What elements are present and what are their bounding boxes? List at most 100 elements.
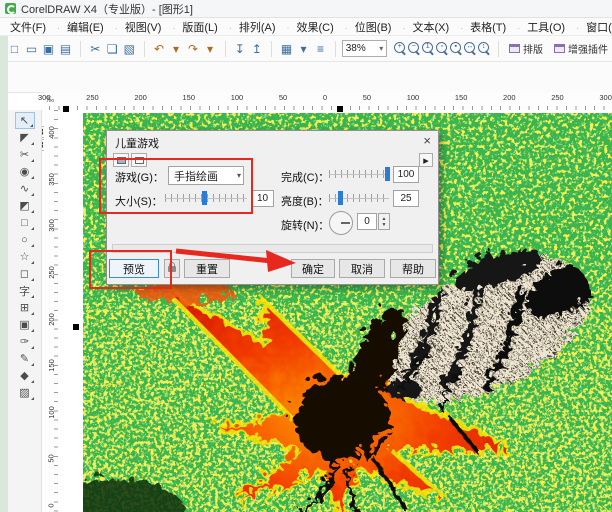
zoom-tool[interactable]: ◉ (15, 163, 35, 180)
zoom-level-combobox[interactable]: 38% ▾ (341, 40, 388, 57)
redo-caret-icon[interactable]: ▾ (202, 40, 219, 57)
paste-icon[interactable]: ▧ (121, 40, 138, 57)
close-icon[interactable]: × (423, 133, 431, 148)
zoom-level-value: 38% (345, 43, 366, 54)
menu-item[interactable]: 表格(T) (451, 19, 508, 35)
rectangle-tool[interactable]: □ (15, 214, 35, 231)
table-tool[interactable]: ⊞ (15, 299, 35, 316)
horizontal-ruler-numbers: 300 250 200 150 100 50 0 50 100 150 200 250 300 (38, 93, 612, 102)
export-icon[interactable]: ↥ (248, 40, 265, 57)
save-icon[interactable]: ▣ (40, 40, 57, 57)
menu-item[interactable]: 位图(B) (336, 19, 394, 35)
pick-tool[interactable]: ↖ (14, 112, 35, 129)
cancel-button[interactable]: 取消 (339, 259, 385, 278)
preview-button[interactable]: 预览 (109, 259, 159, 278)
game-type-value: 手指绘画 (174, 170, 218, 183)
zoom-one-icon[interactable]: 1 (422, 41, 434, 53)
zoom-all-icon[interactable]: ▪ (450, 41, 462, 53)
game-label: 游戏(G)： (115, 172, 164, 184)
menu-item[interactable]: 视图(V) (106, 19, 164, 35)
undo-icon[interactable]: ↶ (151, 40, 168, 57)
brightness-slider[interactable] (329, 191, 389, 205)
vertical-ruler-numbers: 400 350 300 250 200 150 100 50 0 (46, 126, 56, 508)
brightness-value-box[interactable]: 25 (393, 190, 419, 207)
ok-button[interactable]: 确定 (291, 259, 335, 278)
new-document-icon[interactable]: □ (6, 40, 23, 57)
import-icon[interactable]: ↧ (231, 40, 248, 57)
toolbar-separator (80, 40, 81, 57)
zoom-in-icon[interactable]: + (394, 41, 406, 53)
cut-icon[interactable]: ✂ (87, 40, 104, 57)
kid-stuff-dialog: 儿童游戏 × ▸ 游戏(G)： 手指绘画 ▾ 完成(C)： 100 大小(S)：… (106, 130, 439, 285)
rotate-spinner[interactable]: ▲ ▼ (378, 213, 390, 230)
game-type-dropdown[interactable]: 手指绘画 ▾ (168, 166, 244, 185)
fill-tool[interactable]: ◆ (15, 367, 35, 384)
toolbar-separator (271, 40, 272, 57)
complete-value-box[interactable]: 100 (393, 166, 419, 183)
reset-button[interactable]: 重置 (184, 259, 230, 278)
dual-preview-toggle-button[interactable] (131, 153, 147, 167)
menu-item[interactable]: 工具(O) (508, 19, 567, 35)
text-tool[interactable]: 字 (15, 282, 35, 299)
zoom-width-icon[interactable]: ↔ (464, 41, 476, 53)
outline-pen-tool[interactable]: ✎ (15, 350, 35, 367)
app-launcher-icon[interactable]: ▦ (278, 40, 295, 57)
menu-item[interactable]: 文件(F) (8, 19, 48, 35)
menu-item[interactable]: 文本(X) (393, 19, 451, 35)
copy-icon[interactable]: ❏ (104, 40, 121, 57)
print-icon[interactable]: ▤ (57, 40, 74, 57)
menu-item[interactable]: 版面(L) (163, 19, 219, 35)
interactive-fill-tool[interactable]: ▨ (15, 384, 35, 401)
size-label: 大小(S)： (115, 196, 163, 208)
options-icon[interactable]: ≡ (312, 40, 329, 57)
selection-handle-top-left[interactable] (63, 106, 69, 112)
coreldraw-logo-icon (5, 3, 16, 14)
rotate-label: 旋转(N)： (281, 220, 330, 232)
redo-icon[interactable]: ↷ (185, 40, 202, 57)
layout-button[interactable]: 排版 (505, 41, 547, 56)
selection-handle-middle-left[interactable] (73, 324, 79, 330)
size-value-box[interactable]: 10 (251, 190, 274, 207)
size-slider[interactable] (165, 191, 247, 205)
polygon-tool[interactable]: ☆ (15, 248, 35, 265)
toolbar-separator (335, 40, 336, 57)
menu-item[interactable]: 窗口(W) (567, 19, 612, 35)
enhance-plugin-button[interactable]: 增强插件 (550, 41, 612, 56)
smart-fill-tool[interactable]: ◩ (15, 197, 35, 214)
menu-item[interactable]: 排列(A) (220, 19, 278, 35)
undo-caret-icon[interactable]: ▾ (168, 40, 185, 57)
toolbar-separator (224, 40, 226, 57)
rotate-value-box[interactable]: 0 (357, 213, 377, 230)
enhance-window-icon (554, 44, 565, 53)
preview-lock-button[interactable] (164, 259, 180, 278)
help-button[interactable]: 帮助 (390, 259, 436, 278)
expand-pane-button[interactable]: ▸ (419, 153, 433, 167)
standard-toolbar: □ ▭ ▣ ▤ ✂ ❏ ▧ ↶ ▾ ↷ ▾ ↧ ↥ ▦ ▾ ≡ 38% ▾ + −1 ▫ ▪ ↔ ↕ 排版 增强… (0, 36, 612, 62)
selection-handle-top-middle[interactable] (337, 106, 343, 112)
menu-item[interactable]: 效果(C) (278, 19, 336, 35)
layout-window-icon (509, 44, 520, 53)
complete-slider[interactable] (329, 167, 390, 181)
title-bar: CorelDRAW X4（专业版）- [图形1] (0, 0, 612, 18)
shape-tool[interactable]: ◤ (15, 129, 35, 146)
basic-shapes-tool[interactable]: ◻ (15, 265, 35, 282)
ellipse-tool[interactable]: ○ (15, 231, 35, 248)
launcher-caret-icon[interactable]: ▾ (295, 40, 312, 57)
menu-item[interactable]: 编辑(E) (48, 19, 106, 35)
rotate-dial[interactable] (329, 211, 353, 235)
zoom-selected-icon[interactable]: ▫ (436, 41, 448, 53)
open-folder-icon[interactable]: ▭ (23, 40, 40, 57)
toolbar-separator (143, 40, 145, 57)
crop-tool[interactable]: ✂ (15, 146, 35, 163)
complete-label: 完成(C)： (281, 172, 330, 184)
toolbox: ↖ ◤ ✂ ◉ ∿ ◩ □ ○ ☆ ◻ 字 ⊞ ▣ ✑ ✎ ◆ ▨ (8, 110, 42, 512)
window-title: CorelDRAW X4（专业版）- [图形1] (21, 3, 193, 16)
property-bar: x: y: ↔ ↕ % % ↺ ° ⇄ ⇅ ▦ 编辑位图(E)... ✎ 描摹位… (0, 62, 612, 151)
interactive-blend-tool[interactable]: ▣ (15, 316, 35, 333)
zoom-height-icon[interactable]: ↕ (478, 41, 490, 53)
freehand-tool[interactable]: ∿ (15, 180, 35, 197)
lock-icon (168, 261, 176, 272)
single-preview-toggle-button[interactable] (113, 153, 129, 167)
eyedropper-tool[interactable]: ✑ (15, 333, 35, 350)
zoom-out-icon[interactable]: − (408, 41, 420, 53)
